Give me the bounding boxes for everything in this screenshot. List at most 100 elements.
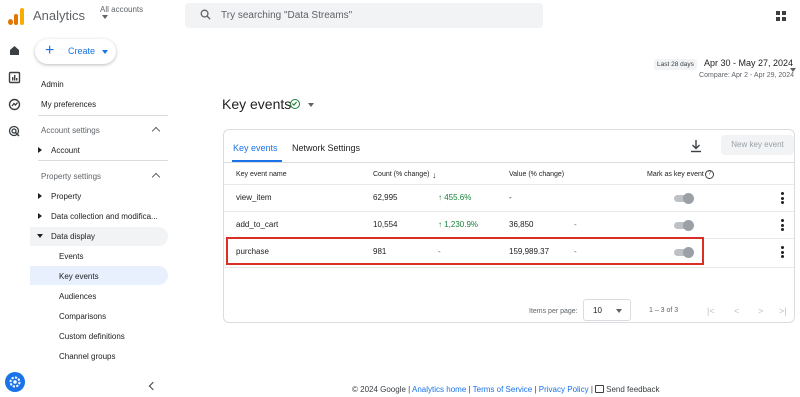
row-value: 36,850 — [509, 220, 534, 229]
date-range-value[interactable]: Apr 30 - May 27, 2024 — [704, 58, 793, 68]
expand-arrow-icon[interactable] — [38, 193, 42, 199]
chevron-down-icon — [616, 309, 622, 313]
home-icon[interactable] — [8, 44, 21, 57]
search-bar[interactable]: Try searching "Data Streams" — [185, 3, 543, 28]
previous-page-icon[interactable]: < — [734, 306, 739, 316]
footer-link-terms[interactable]: Terms of Service — [473, 385, 533, 394]
sidebar-item-comparisons[interactable]: Comparisons — [59, 312, 106, 321]
sidebar-section-property-settings[interactable]: Property settings — [41, 172, 101, 181]
account-selector-label[interactable]: All accounts — [100, 5, 143, 14]
tabs-divider — [224, 162, 794, 163]
column-header-name[interactable]: Key event name — [236, 171, 287, 178]
items-per-page-value: 10 — [593, 306, 602, 315]
row-name: view_item — [236, 193, 272, 202]
sidebar-item-key-events-label: Key events — [59, 272, 99, 281]
chevron-up-icon[interactable] — [151, 126, 161, 136]
sidebar-divider — [38, 160, 168, 161]
page-title: Key events — [222, 96, 292, 112]
more-vert-icon[interactable] — [781, 246, 784, 258]
items-per-page-label: Items per page: — [529, 308, 578, 315]
app-title[interactable]: Analytics — [33, 8, 85, 23]
chevron-down-icon — [308, 103, 314, 107]
tab-network-settings[interactable]: Network Settings — [292, 143, 360, 153]
tab-key-events[interactable]: Key events — [233, 143, 278, 153]
chevron-down-icon — [102, 50, 108, 54]
sidebar-item-my-preferences[interactable]: My preferences — [41, 100, 96, 109]
first-page-icon[interactable]: |< — [707, 306, 715, 316]
more-vert-icon[interactable] — [781, 219, 784, 231]
row-count-change: ↑ 1,230.9% — [438, 220, 479, 229]
row-count-change: ↑ 455.6% — [438, 193, 472, 202]
search-icon — [200, 9, 211, 20]
expand-arrow-icon[interactable] — [38, 213, 42, 219]
footer-separator: | — [590, 385, 593, 394]
column-header-mark: Mark as key event — [647, 171, 704, 178]
sort-descending-icon[interactable]: ↓ — [432, 170, 437, 180]
items-per-page-select[interactable]: 10 — [583, 299, 631, 321]
analytics-logo-icon[interactable] — [8, 7, 24, 25]
feedback-icon[interactable] — [595, 385, 605, 393]
date-range-compare: Compare: Apr 2 - Apr 29, 2024 — [699, 72, 794, 79]
admin-sidebar: + Create Admin My preferences Account se… — [30, 32, 176, 396]
table-row: add_to_cart 10,554 ↑ 1,230.9% 36,850 - — [224, 211, 794, 238]
row-value-change: - — [574, 220, 577, 229]
row-name: add_to_cart — [236, 220, 279, 229]
sidebar-item-account[interactable]: Account — [51, 146, 80, 155]
admin-gear-icon[interactable] — [5, 372, 25, 392]
sidebar-section-account-settings[interactable]: Account settings — [41, 126, 100, 135]
apps-grid-icon[interactable] — [776, 11, 786, 21]
collapse-arrow-icon[interactable] — [37, 234, 43, 238]
sidebar-item-admin[interactable]: Admin — [41, 80, 64, 89]
footer-separator: | — [534, 385, 537, 394]
create-button[interactable]: + Create — [35, 39, 116, 64]
check-circle-icon — [290, 99, 300, 109]
footer-send-feedback[interactable]: Send feedback — [606, 385, 659, 394]
row-count: 10,554 — [373, 220, 398, 229]
reports-icon[interactable] — [8, 71, 21, 84]
new-key-event-button[interactable]: New key event — [721, 135, 794, 155]
column-header-value[interactable]: Value (% change) — [509, 171, 564, 178]
count-change-value: 1,230.9% — [444, 220, 479, 229]
footer-link-analytics-home[interactable]: Analytics home — [412, 385, 466, 394]
sidebar-item-custom-definitions[interactable]: Custom definitions — [59, 332, 125, 341]
status-check-dropdown[interactable] — [288, 97, 315, 111]
explore-icon[interactable] — [8, 98, 21, 111]
sidebar-item-audiences[interactable]: Audiences — [59, 292, 96, 301]
table-row: view_item 62,995 ↑ 455.6% - — [224, 184, 794, 211]
sidebar-item-key-events[interactable] — [30, 266, 168, 285]
collapse-sidebar-chevron-icon[interactable] — [148, 381, 158, 391]
footer-copyright: © 2024 Google | — [352, 385, 411, 394]
date-range-preset-badge[interactable]: Last 28 days — [654, 59, 697, 70]
mark-key-event-toggle[interactable] — [674, 220, 694, 231]
help-icon[interactable]: ? — [705, 170, 714, 179]
key-events-card: Key events Network Settings New key even… — [223, 129, 795, 323]
table-bottom-divider — [224, 267, 794, 268]
chevron-up-icon[interactable] — [151, 172, 161, 182]
expand-arrow-icon[interactable] — [38, 147, 42, 153]
sidebar-item-events[interactable]: Events — [59, 252, 83, 261]
more-vert-icon[interactable] — [781, 192, 784, 204]
footer-link-privacy[interactable]: Privacy Policy — [539, 385, 589, 394]
sidebar-item-property[interactable]: Property — [51, 192, 81, 201]
count-change-value: 455.6% — [444, 193, 472, 202]
last-page-icon[interactable]: >| — [779, 306, 787, 316]
download-icon[interactable] — [690, 139, 702, 153]
top-bar: Analytics All accounts Try searching "Da… — [0, 0, 800, 32]
plus-icon: + — [45, 42, 55, 59]
row-value: - — [509, 193, 512, 202]
main-content: Last 28 days Apr 30 - May 27, 2024 Compa… — [176, 32, 800, 396]
column-header-count[interactable]: Count (% change) — [373, 171, 429, 178]
sidebar-item-data-display-label: Data display — [51, 232, 96, 241]
left-rail — [0, 32, 30, 396]
footer-separator: | — [468, 385, 471, 394]
row-count: 62,995 — [373, 193, 398, 202]
pagination-range: 1 – 3 of 3 — [649, 307, 679, 314]
highlight-box — [226, 237, 704, 265]
next-page-icon[interactable]: > — [758, 306, 763, 316]
sidebar-item-channel-groups[interactable]: Channel groups — [59, 352, 115, 361]
mark-key-event-toggle[interactable] — [674, 193, 694, 204]
advertising-icon[interactable] — [8, 125, 21, 138]
sidebar-divider — [38, 115, 168, 116]
sidebar-item-data-collection[interactable]: Data collection and modifica... — [51, 212, 158, 221]
account-selector-caret-icon[interactable] — [102, 15, 108, 19]
